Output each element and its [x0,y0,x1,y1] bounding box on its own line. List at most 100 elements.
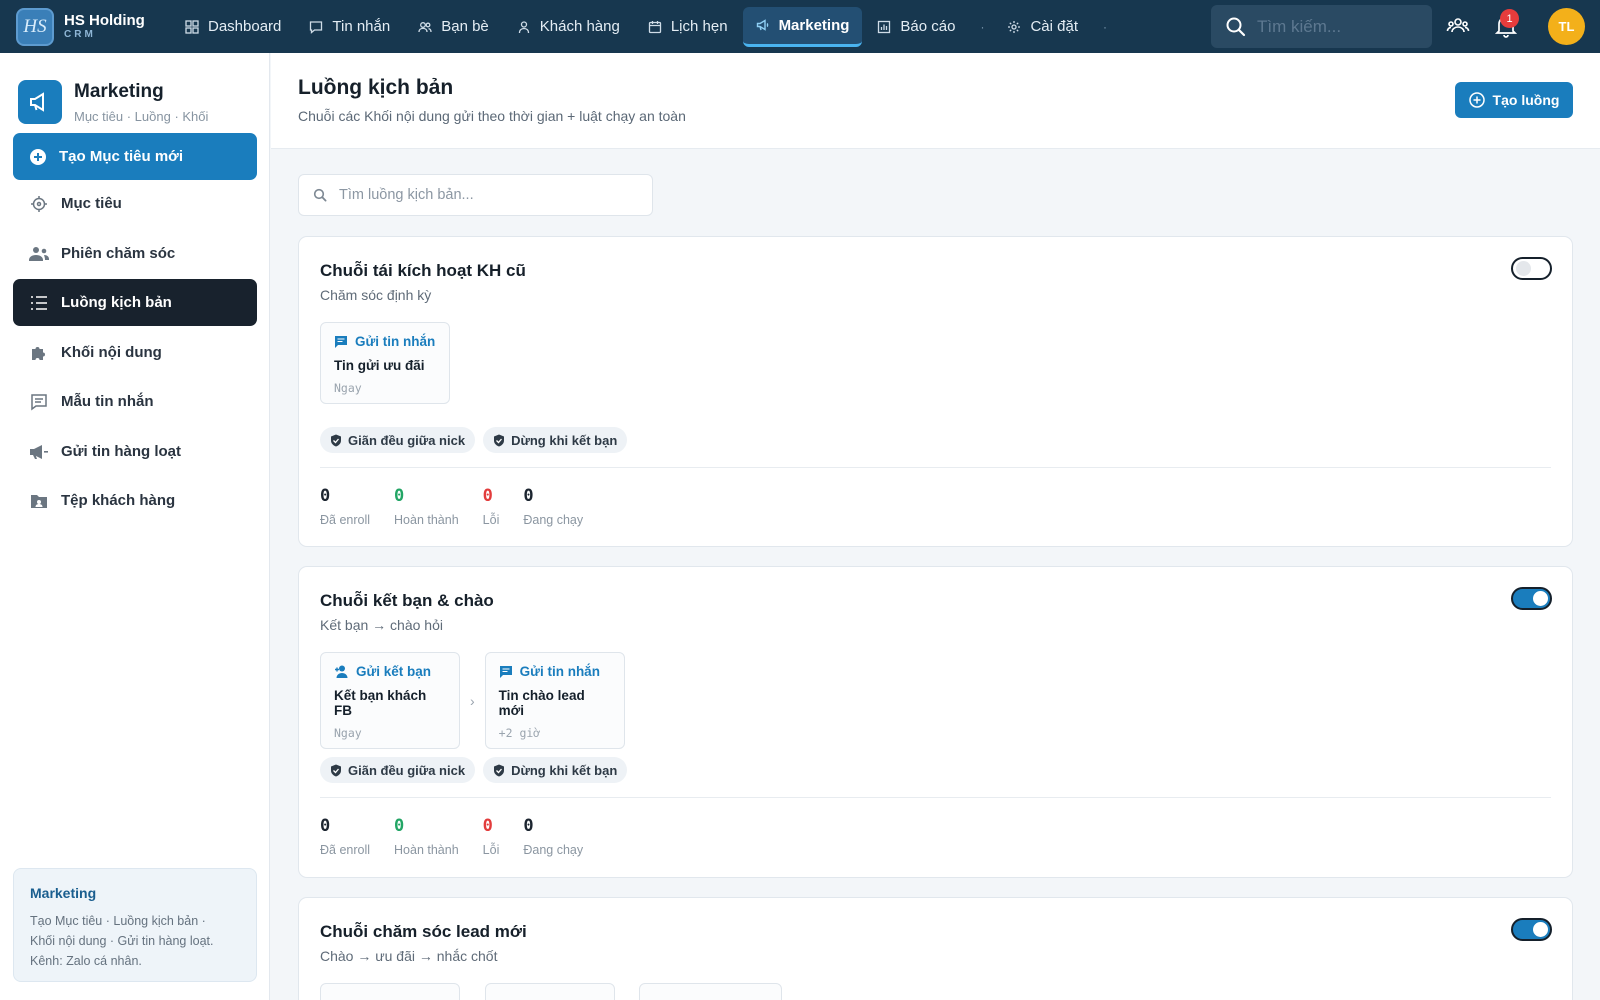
flow-search[interactable] [298,174,653,216]
step-type: Gửi tin nhắn [519,664,600,679]
nav-customers[interactable]: Khách hàng [504,7,633,47]
flow-step[interactable]: Gửi kết bạn Kết bạn khách FB Ngay [320,652,460,749]
rule-tag-label: Dừng khi kết bạn [511,432,618,448]
nav-appointments[interactable]: Lịch hẹn [635,7,741,47]
page-title: Luồng kịch bản [298,76,454,99]
stat-value: 0 [394,816,405,836]
flow-steps: Gửi tin nhắn Tin gửi ưu đãi Ngay [320,322,450,404]
flow-stats: 0 Đã enroll 0 Hoàn thành 0 Lỗi 0 Đang ch… [320,816,607,857]
sidebar-item-customer-files[interactable]: Tệp khách hàng [13,477,257,524]
target-icon [29,194,49,214]
step-type: Gửi kết bạn [356,664,432,679]
notification-badge: 1 [1500,9,1519,28]
sidebar-item-templates[interactable]: Mẫu tin nhắn [13,378,257,425]
nav-reports[interactable]: Báo cáo [864,7,968,47]
sidebar-item-label: Phiên chăm sóc [61,245,176,262]
flow-toggle[interactable] [1511,257,1552,280]
flow-step[interactable]: Gửi tin nhắn Tin chào lead mới +2 giờ [484,652,625,749]
sidebar-item-sessions[interactable]: Phiên chăm sóc [13,230,257,277]
brand-sub: CRM [64,29,96,40]
brand-logo: HS [16,7,54,46]
sidebar-item-label: Gửi tin hàng loạt [61,443,182,460]
nav-dashboard[interactable]: Dashboard [172,7,294,47]
create-goal-button[interactable]: Tạo Mục tiêu mới [13,133,257,180]
stat-enrolled: 0 Đã enroll [320,816,370,857]
avatar[interactable]: TL [1548,8,1585,45]
main-nav: Dashboard Tin nhắn Bạn bè Khách hàng Lịc… [172,0,1117,53]
team-icon[interactable] [1446,14,1470,38]
flow-subtitle: Kết bạn → chào hỏi [320,617,443,633]
megaphone-icon [756,19,768,31]
step-time: +2 giờ [498,726,541,740]
flow-step[interactable] [320,983,460,1000]
nav-label: Cài đặt [1030,18,1078,35]
sidebar-item-flows[interactable]: Luồng kịch bản [13,279,257,326]
toggle-knob [1516,261,1531,276]
flow-title: Chuỗi tái kích hoạt KH cũ [320,261,526,280]
flow-step[interactable] [639,983,783,1000]
flow-subtitle: Chăm sóc định kỳ [320,287,432,303]
user-icon [518,20,529,33]
step-type: Gửi tin nhắn [355,334,436,349]
plus-circle-icon [1468,92,1485,108]
step-time: Ngay [334,726,362,740]
bullhorn-icon [29,442,49,462]
brand[interactable]: HS HS Holding CRM [0,7,172,46]
stat-value: 0 [394,486,405,506]
stat-completed: 0 Hoàn thành [394,816,459,857]
calendar-icon [648,20,661,33]
nav-label: Marketing [778,16,850,34]
shield-icon [330,434,342,447]
sidebar-item-label: Luồng kịch bản [61,294,172,311]
nav-separator: · [980,19,985,34]
puzzle-icon [29,343,49,363]
stat-enrolled: 0 Đã enroll [320,486,370,527]
sidebar-item-blocks[interactable]: Khối nội dung [13,329,257,376]
sidebar-info-panel: Marketing Tạo Mục tiêu · Luồng kịch bản … [13,868,257,982]
stat-label: Hoàn thành [394,843,459,857]
nav-marketing[interactable]: Marketing [742,6,863,47]
gear-icon [1008,20,1021,33]
nav-label: Báo cáo [900,18,956,35]
create-flow-button[interactable]: Tạo luồng [1455,82,1573,118]
nav-settings[interactable]: Cài đặt [994,7,1091,47]
rule-tag-label: Giãn đều giữa nick [348,432,466,448]
sidebar-subtitle: Mục tiêu · Luồng · Khối [74,108,209,124]
chart-icon [878,20,891,33]
sidebar-item-label: Khối nội dung [61,344,162,361]
flow-search-input[interactable] [339,187,639,203]
info-text: Kênh: Zalo cá nhân. [30,954,142,968]
global-search-input[interactable] [1257,16,1427,37]
list-icon [29,293,49,313]
flow-toggle[interactable] [1511,587,1552,610]
shield-icon [330,764,342,777]
stat-errors: 0 Lỗi [483,816,500,857]
stat-value: 0 [482,486,493,506]
stat-value: 0 [320,486,331,506]
message-icon [499,665,513,679]
shield-icon [493,434,505,447]
nav-friends[interactable]: Bạn bè [405,7,502,47]
sidebar-item-label: Tệp khách hàng [61,492,176,509]
nav-label: Dashboard [208,18,282,35]
flow-card: Chuỗi tái kích hoạt KH cũ Chăm sóc định … [298,236,1573,547]
stat-label: Lỗi [482,843,500,857]
megaphone-icon [18,80,62,124]
stat-label: Lỗi [482,513,500,527]
sidebar-item-goals[interactable]: Mục tiêu [13,180,257,227]
flow-title: Chuỗi chăm sóc lead mới [320,922,527,941]
rule-tag-label: Giãn đều giữa nick [348,762,466,778]
flow-step[interactable]: Gửi tin nhắn Tin gửi ưu đãi Ngay [320,322,450,404]
info-text: Tạo Mục tiêu · Luồng kịch bản · [30,914,206,928]
flow-step[interactable] [484,983,615,1000]
card-divider [320,467,1551,468]
flow-steps: Gửi kết bạn Kết bạn khách FB Ngay › Gửi … [320,652,625,749]
global-search[interactable] [1211,5,1432,48]
flow-card: Chuỗi chăm sóc lead mới Chào → ưu đãi → … [298,897,1573,1000]
search-icon [1226,17,1246,36]
nav-messages[interactable]: Tin nhắn [296,7,403,47]
search-icon [313,188,327,202]
sidebar-item-broadcast[interactable]: Gửi tin hàng loạt [13,428,257,475]
sidebar-item-label: Mục tiêu [61,195,122,212]
flow-toggle[interactable] [1511,918,1552,941]
